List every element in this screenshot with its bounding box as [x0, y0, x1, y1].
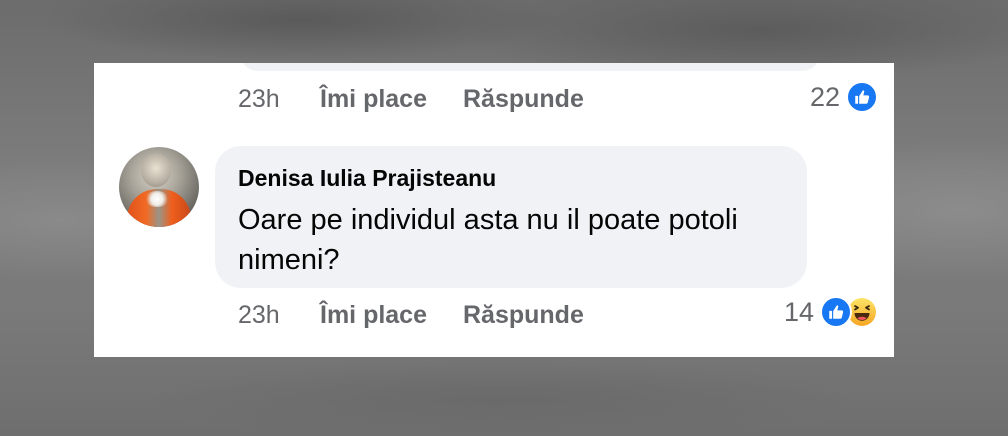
reactions-summary[interactable]: 14	[784, 296, 878, 328]
reactions-summary[interactable]: 22	[810, 81, 878, 113]
comment-text: Oare pe individul asta nu il poate potol…	[238, 204, 738, 276]
reaction-count: 22	[809, 81, 840, 112]
comment-timestamp[interactable]: 23h	[238, 301, 320, 330]
like-icon	[846, 81, 878, 113]
comment-author[interactable]: Denisa Iulia Prajisteanu	[238, 165, 496, 192]
avatar[interactable]	[119, 147, 199, 227]
like-icon	[820, 296, 852, 328]
comment-actions-row: 23h Îmi place Răspunde	[238, 84, 584, 114]
reaction-count: 14	[783, 296, 814, 327]
comment-timestamp[interactable]: 23h	[238, 85, 320, 114]
reply-button[interactable]: Răspunde	[463, 85, 584, 114]
comments-panel: 23h Îmi place Răspunde 22 Denisa Iulia P…	[94, 63, 894, 357]
like-button[interactable]: Îmi place	[320, 301, 427, 330]
previous-comment-bubble	[240, 63, 820, 71]
like-button[interactable]: Îmi place	[320, 85, 427, 114]
reply-button[interactable]: Răspunde	[463, 301, 584, 330]
comment-bubble: Denisa Iulia Prajisteanu Oare pe individ…	[215, 146, 807, 288]
comment-actions-row: 23h Îmi place Răspunde	[238, 300, 584, 330]
